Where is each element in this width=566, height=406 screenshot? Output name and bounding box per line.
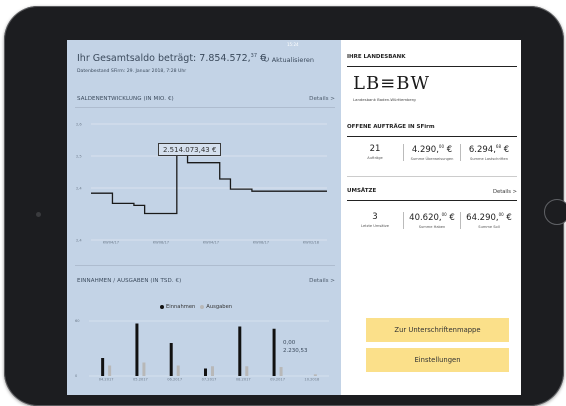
x-tick-label: 07.2017 — [202, 378, 217, 382]
screen: 15:24 Ihr Gesamtsaldo beträgt: 7.854.572… — [67, 40, 521, 395]
balance-section-title: SALDENENTWICKLUNG (IN MIO. €) — [77, 96, 174, 102]
income-bar — [272, 328, 276, 376]
status-time: 15:24 — [287, 42, 299, 47]
x-tick-label: KW04/17 — [203, 241, 219, 245]
sales-debit-sum[interactable]: 64.290,00 € Summe Soll — [460, 212, 517, 229]
dashboard-panel: 15:24 Ihr Gesamtsaldo beträgt: 7.854.572… — [67, 40, 341, 395]
y-tick-label: 0 — [75, 374, 78, 378]
orders-kpis: 21 Aufträge 4.290,00 € Summe Überweisung… — [347, 144, 517, 161]
settings-button[interactable]: Einstellungen — [366, 348, 509, 372]
camera-dot — [36, 212, 41, 217]
x-tick-label: KW04/17 — [103, 241, 119, 245]
bank-section-title: IHRE LANDESBANK — [347, 54, 406, 60]
total-balance-amount: 7.854.572, — [199, 53, 251, 65]
sales-credit-sum[interactable]: 40.620,00 € Summe Haben — [403, 212, 460, 229]
expense-bar — [245, 366, 249, 376]
refresh-button[interactable]: ↻ Aktualisieren — [263, 55, 315, 65]
bar-legend: Einnahmen Ausgaben — [160, 304, 232, 310]
income-details-link[interactable]: Details > — [309, 278, 335, 284]
section-divider — [75, 265, 335, 266]
bank-logo: LB≡BW — [353, 73, 430, 94]
bank-logo-subtitle: Landesbank Baden-Württemberg — [353, 97, 416, 102]
y-tick-label: 2,6 — [76, 123, 82, 127]
orders-transfers-sum[interactable]: 4.290,00 € Summe Überweisungen — [403, 144, 460, 161]
section-rule — [347, 200, 517, 201]
home-button[interactable] — [544, 199, 566, 225]
legend-income: Einnahmen — [160, 304, 195, 310]
signature-folder-button[interactable]: Zur Unterschriftenmappe — [366, 318, 509, 342]
expense-bar — [142, 362, 146, 376]
income-bar — [135, 323, 139, 376]
x-tick-label: 10.2018 — [304, 378, 320, 382]
x-tick-label: KW08/17 — [153, 241, 169, 245]
side-panel: IHRE LANDESBANK LB≡BW Landesbank Baden-W… — [341, 40, 521, 395]
expense-bar — [108, 365, 112, 376]
y-tick-label: 2,4 — [76, 239, 82, 243]
sales-kpis: 3 Letzte Umsätze 40.620,00 € Summe Haben… — [347, 212, 517, 229]
last-income-value: 0,00 — [283, 340, 296, 346]
income-bar — [238, 326, 242, 376]
tablet-frame: 15:24 Ihr Gesamtsaldo beträgt: 7.854.572… — [4, 6, 566, 406]
x-tick-label: 04.2017 — [99, 378, 114, 382]
x-tick-label: 08.2017 — [236, 378, 251, 382]
income-section-title: EINNAHMEN / AUSGABEN (IN TSD. €) — [77, 278, 182, 284]
section-divider — [75, 107, 335, 108]
expense-bar — [313, 374, 317, 376]
x-tick-label: 06.2017 — [167, 378, 182, 382]
section-rule — [347, 176, 517, 177]
chart-tooltip: 2.514.073,43 € — [158, 143, 222, 156]
income-bar — [169, 343, 173, 376]
sales-section-title: UMSÄTZE — [347, 188, 377, 194]
orders-count[interactable]: 21 Aufträge — [347, 144, 403, 161]
sales-details-link[interactable]: Details > — [493, 189, 517, 195]
orders-debits-sum[interactable]: 6.294,68 € Summe Lastschriften — [460, 144, 517, 161]
x-tick-label: 05.2017 — [133, 378, 148, 382]
refresh-label: Aktualisieren — [271, 56, 315, 64]
income-bar — [204, 368, 207, 376]
income-expense-bar-chart: 60 0 04.2017 05.2017 06.2017 07.2017 08.2017 09… — [75, 319, 329, 382]
expense-bar — [176, 365, 180, 376]
refresh-icon: ↻ — [263, 55, 270, 64]
section-rule — [347, 136, 517, 137]
balance-line-chart: 2,6 2,5 2,4 2,4 KW04/17 KW08/17 KW04/17 KW08/17… — [76, 123, 327, 245]
balance-details-link[interactable]: Details > — [309, 96, 335, 102]
x-tick-label: KW08/17 — [253, 241, 269, 245]
last-expense-value: 2.230,53 — [283, 348, 308, 354]
data-timestamp: Datenbestand SFirm: 29. Januar 2018, 7:2… — [77, 69, 187, 74]
total-balance-title: Ihr Gesamtsaldo beträgt: 7.854.572,37 € — [77, 53, 267, 65]
y-tick-label: 2,5 — [76, 155, 82, 159]
legend-expense: Ausgaben — [200, 304, 232, 310]
expense-bar — [279, 367, 283, 376]
income-bar — [101, 358, 105, 376]
x-tick-label: 09.2017 — [270, 378, 285, 382]
x-tick-label: KW02/18 — [303, 241, 320, 245]
sales-count[interactable]: 3 Letzte Umsätze — [347, 212, 403, 229]
y-tick-label: 60 — [75, 319, 80, 323]
y-tick-label: 2,4 — [76, 187, 82, 191]
section-rule — [347, 66, 517, 67]
orders-section-title: OFFENE AUFTRÄGE IN SFirm — [347, 124, 435, 130]
expense-bar — [211, 366, 214, 376]
